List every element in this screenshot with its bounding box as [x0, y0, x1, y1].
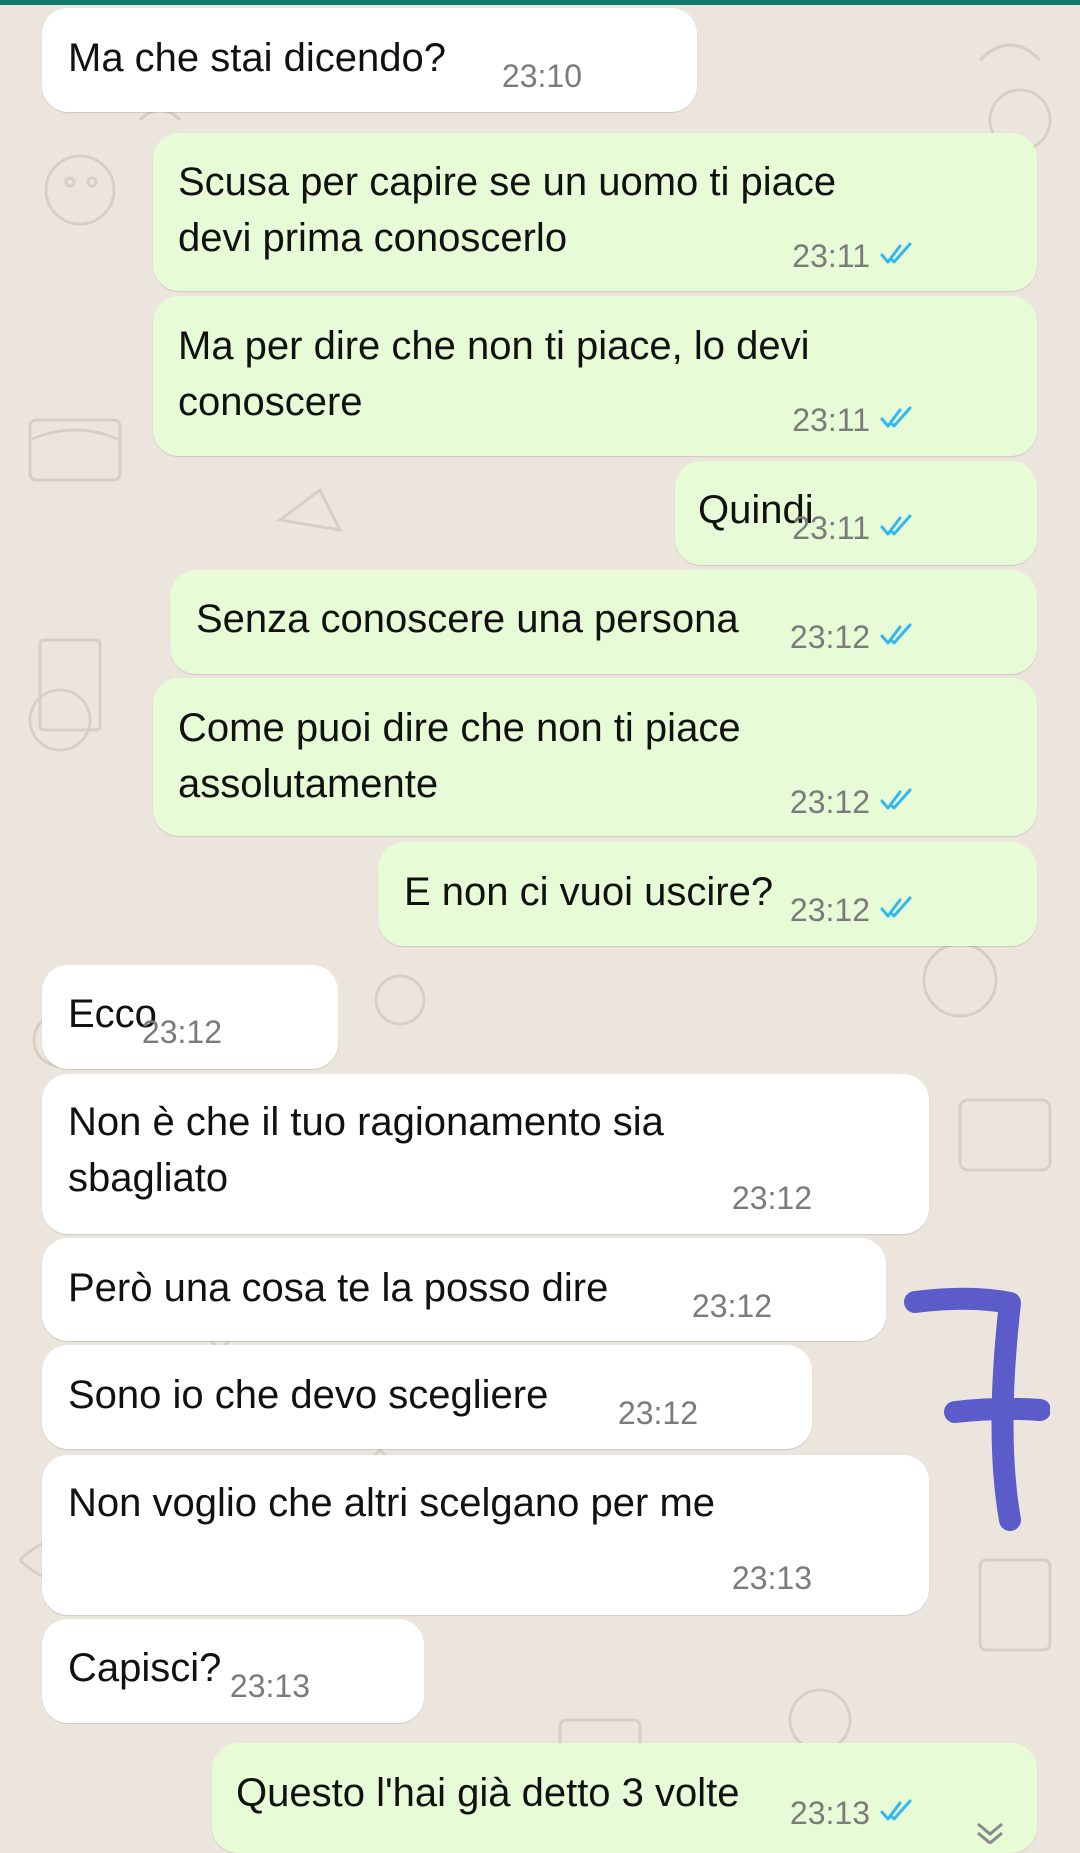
- message-timestamp: 23:12: [731, 1180, 812, 1216]
- incoming-message-bubble[interactable]: Però una cosa te la posso dire 23:12: [42, 1238, 886, 1341]
- scroll-down-icon[interactable]: [970, 1822, 1010, 1844]
- outgoing-message-bubble[interactable]: Quindi 23:11: [675, 461, 1037, 565]
- message-timestamp: 23:12: [141, 1014, 222, 1050]
- message-timestamp: 23:10: [501, 58, 582, 94]
- double-check-icon: [880, 623, 914, 647]
- message-timestamp: 23:12: [789, 784, 870, 820]
- message-timestamp: 23:11: [792, 402, 870, 438]
- message-timestamp: 23:13: [731, 1560, 812, 1596]
- message-timestamp: 23:11: [792, 510, 870, 546]
- outgoing-message-bubble[interactable]: Come puoi dire che non ti piace assoluta…: [153, 678, 1037, 836]
- message-text: Non voglio che altri scelgano per me: [68, 1481, 716, 1525]
- outgoing-message-bubble[interactable]: Scusa per capire se un uomo ti piace dev…: [153, 133, 1037, 291]
- outgoing-message-bubble[interactable]: Questo l'hai già detto 3 volte 23:13: [212, 1743, 1037, 1853]
- message-text: Non è che il tuo ragionamento sia sbagli…: [68, 1100, 664, 1200]
- message-timestamp: 23:12: [789, 892, 870, 928]
- message-text: Ma per dire che non ti piace, lo devi co…: [178, 324, 810, 424]
- message-timestamp: 23:12: [789, 619, 870, 655]
- message-timestamp: 23:13: [229, 1668, 310, 1704]
- double-check-icon: [880, 406, 914, 430]
- message-timestamp: 23:11: [792, 238, 870, 274]
- incoming-message-bubble[interactable]: Ecco 23:12: [42, 965, 338, 1069]
- message-text: Ma che stai dicendo?: [68, 36, 447, 80]
- message-text: Come puoi dire che non ti piace assoluta…: [178, 706, 741, 806]
- incoming-message-bubble[interactable]: Ma che stai dicendo? 23:10: [42, 8, 697, 112]
- double-check-icon: [880, 242, 914, 266]
- message-timestamp: 23:13: [789, 1795, 870, 1831]
- handwritten-seven-annotation: [904, 1287, 1050, 1531]
- message-timestamp: 23:12: [617, 1395, 698, 1431]
- message-timestamp: 23:12: [691, 1288, 772, 1324]
- incoming-message-bubble[interactable]: Sono io che devo scegliere 23:12: [42, 1345, 812, 1449]
- message-text: Capisci?: [68, 1646, 222, 1690]
- double-check-icon: [880, 1799, 914, 1823]
- outgoing-message-bubble[interactable]: Ma per dire che non ti piace, lo devi co…: [153, 296, 1037, 456]
- double-check-icon: [880, 514, 914, 538]
- double-check-icon: [880, 788, 914, 812]
- message-text: Questo l'hai già detto 3 volte: [236, 1771, 740, 1815]
- message-text: Sono io che devo scegliere: [68, 1373, 549, 1417]
- incoming-message-bubble[interactable]: Non è che il tuo ragionamento sia sbagli…: [42, 1074, 929, 1234]
- message-text: E non ci vuoi uscire?: [404, 870, 774, 914]
- message-text: Senza conoscere una persona: [196, 597, 739, 641]
- message-text: Però una cosa te la posso dire: [68, 1266, 609, 1310]
- incoming-message-bubble[interactable]: Non voglio che altri scelgano per me 23:1…: [42, 1455, 929, 1615]
- outgoing-message-bubble[interactable]: E non ci vuoi uscire? 23:12: [378, 842, 1037, 946]
- incoming-message-bubble[interactable]: Capisci? 23:13: [42, 1619, 424, 1723]
- outgoing-message-bubble[interactable]: Senza conoscere una persona 23:12: [170, 570, 1037, 674]
- message-text: Scusa per capire se un uomo ti piace dev…: [178, 160, 837, 260]
- double-check-icon: [880, 896, 914, 920]
